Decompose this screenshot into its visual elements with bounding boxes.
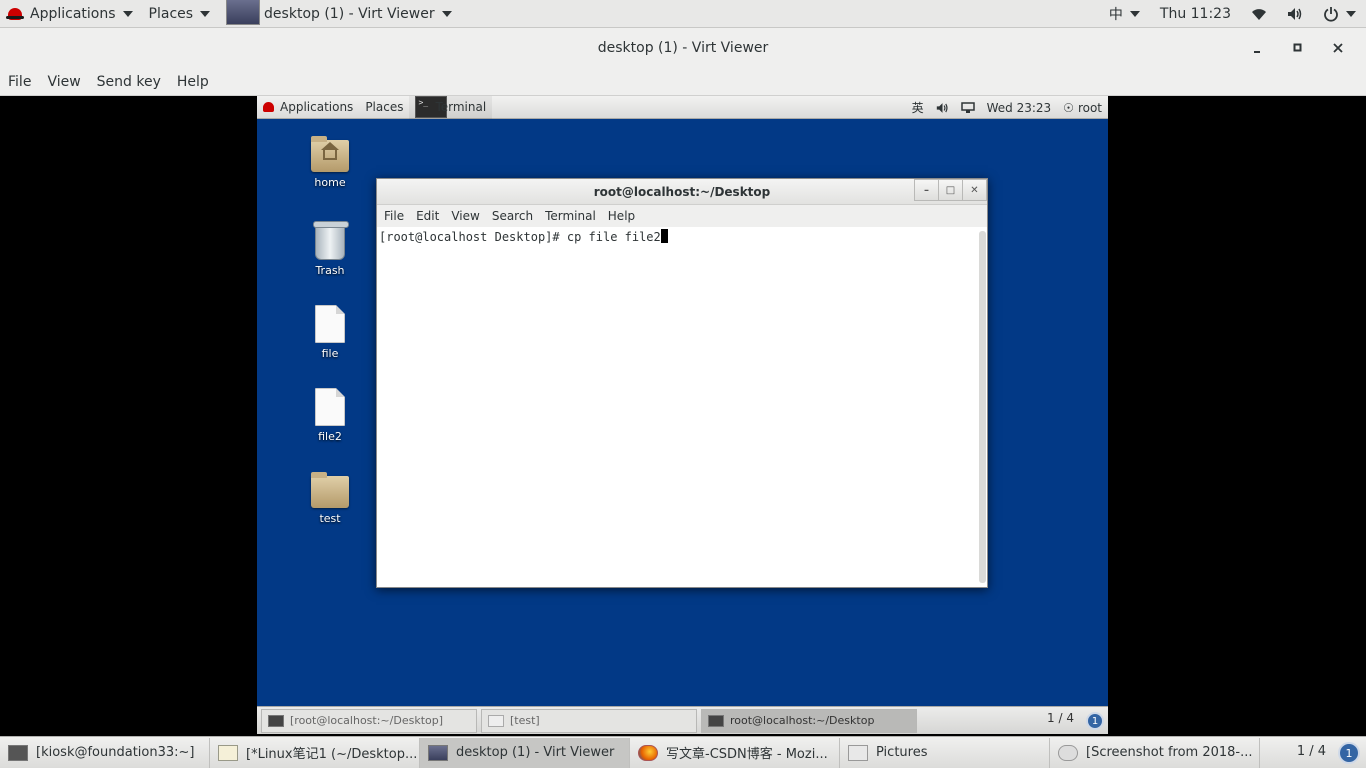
folder-icon — [311, 472, 349, 508]
virt-viewer-menubar: File View Send key Help — [0, 68, 1366, 96]
guest-input-method[interactable]: 英 — [906, 99, 930, 116]
terminal-menu-help[interactable]: Help — [602, 209, 641, 223]
guest-task-terminal-1[interactable]: [root@localhost:~/Desktop] — [261, 708, 477, 733]
terminal-icon — [268, 714, 284, 727]
guest-bottom-panel: [root@localhost:~/Desktop] [test] root@l… — [257, 706, 1108, 734]
terminal-window[interactable]: root@localhost:~/Desktop – □ ✕ File Edit… — [376, 178, 988, 588]
terminal-menu-edit[interactable]: Edit — [410, 209, 445, 223]
host-task-text-editor[interactable]: [*Linux笔记1 (~/Desktop... — [210, 737, 420, 768]
input-method-indicator[interactable]: 中 — [1099, 0, 1150, 28]
terminal-icon — [8, 744, 28, 761]
guest-workspace-pager[interactable]: 1 / 4 — [1047, 711, 1074, 725]
minimize-icon — [1254, 51, 1260, 53]
terminal-title: root@localhost:~/Desktop — [593, 184, 771, 199]
guest-task-terminal-2[interactable]: root@localhost:~/Desktop — [701, 708, 917, 733]
document-icon — [315, 305, 345, 343]
terminal-menu-terminal[interactable]: Terminal — [539, 209, 602, 223]
home-folder-icon — [311, 136, 349, 172]
network-wired-icon[interactable] — [955, 101, 981, 114]
desktop-icon-test[interactable]: test — [295, 472, 365, 525]
desktop-icon-home[interactable]: home — [295, 136, 365, 189]
host-clock[interactable]: Thu 11:23 — [1150, 0, 1241, 28]
host-active-window-menu[interactable]: desktop (1) - Virt Viewer — [218, 0, 460, 28]
terminal-close-button[interactable]: ✕ — [962, 179, 987, 201]
terminal-maximize-button[interactable]: □ — [938, 179, 963, 201]
host-applications-menu[interactable]: Applications — [0, 0, 141, 28]
chevron-down-icon — [200, 10, 211, 17]
chevron-down-icon — [1346, 11, 1356, 17]
minimize-icon: – — [924, 184, 929, 196]
document-icon — [315, 388, 345, 426]
terminal-menu-search[interactable]: Search — [486, 209, 539, 223]
screenshot-icon — [1058, 744, 1078, 761]
menu-help[interactable]: Help — [169, 74, 217, 90]
terminal-menu-file[interactable]: File — [378, 209, 410, 223]
window-title: desktop (1) - Virt Viewer — [597, 40, 769, 56]
chevron-down-icon — [441, 10, 452, 17]
file-manager-icon — [488, 714, 504, 727]
menu-send-key[interactable]: Send key — [89, 74, 169, 90]
guest-applications-menu[interactable]: Applications — [257, 100, 359, 114]
firefox-icon — [638, 744, 658, 761]
trash-icon — [313, 221, 349, 260]
maximize-icon — [1293, 43, 1302, 52]
user-icon: ☉ — [1063, 100, 1074, 115]
close-button[interactable] — [1318, 28, 1358, 68]
close-icon: ✕ — [970, 184, 979, 196]
wifi-icon[interactable] — [1241, 0, 1277, 28]
maximize-icon: □ — [945, 184, 956, 196]
terminal-prompt-line: [root@localhost Desktop]# cp file file2 — [379, 230, 661, 244]
guest-notification-badge[interactable]: 1 — [1086, 712, 1104, 730]
text-editor-icon — [218, 744, 238, 761]
menu-view[interactable]: View — [39, 74, 88, 90]
volume-icon[interactable] — [1277, 0, 1313, 28]
chevron-down-icon — [122, 10, 133, 17]
virt-viewer-icon — [226, 0, 261, 25]
guest-desktop[interactable]: Applications Places >_ Terminal 英 Wed 23… — [257, 96, 1108, 734]
guest-user-menu[interactable]: ☉ root — [1057, 101, 1108, 115]
power-icon[interactable] — [1313, 0, 1366, 28]
desktop-icon-file[interactable]: file — [295, 305, 365, 360]
host-notification-badge[interactable]: 1 — [1338, 742, 1360, 764]
host-bottom-panel: [kiosk@foundation33:~] [*Linux笔记1 (~/Des… — [0, 736, 1366, 768]
host-places-menu[interactable]: Places — [141, 0, 219, 28]
desktop-icon-file2[interactable]: file2 — [295, 388, 365, 443]
host-applications-label: Applications — [30, 5, 116, 22]
minimize-button[interactable] — [1238, 28, 1278, 68]
terminal-menu-view[interactable]: View — [445, 209, 485, 223]
host-task-virt-viewer[interactable]: desktop (1) - Virt Viewer — [420, 737, 630, 768]
terminal-output[interactable]: [root@localhost Desktop]# cp file file2 — [377, 227, 977, 587]
desktop-icon-trash[interactable]: Trash — [295, 221, 365, 277]
virt-viewer-titlebar[interactable]: desktop (1) - Virt Viewer — [0, 28, 1366, 68]
terminal-scrollbar[interactable] — [979, 231, 986, 583]
guest-places-menu[interactable]: Places — [359, 100, 409, 114]
virt-viewer-icon — [428, 744, 448, 761]
terminal-menubar: File Edit View Search Terminal Help — [377, 205, 987, 227]
guest-active-app-menu[interactable]: >_ Terminal — [409, 96, 493, 119]
guest-task-test[interactable]: [test] — [481, 708, 697, 733]
file-manager-icon — [848, 744, 868, 761]
chevron-down-icon — [1129, 11, 1140, 17]
guest-clock[interactable]: Wed 23:23 — [981, 101, 1058, 115]
redhat-logo-icon — [263, 102, 274, 112]
host-top-panel: Applications Places desktop (1) - Virt V… — [0, 0, 1366, 28]
terminal-minimize-button[interactable]: – — [914, 179, 939, 201]
host-task-pictures[interactable]: Pictures — [840, 737, 1050, 768]
host-task-screenshot[interactable]: [Screenshot from 2018-... — [1050, 737, 1260, 768]
guest-top-panel: Applications Places >_ Terminal 英 Wed 23… — [257, 96, 1108, 119]
volume-icon[interactable] — [930, 102, 955, 114]
host-places-label: Places — [148, 5, 194, 22]
host-workspace-pager[interactable]: 1 / 4 — [1297, 744, 1326, 759]
redhat-logo-icon — [6, 7, 24, 20]
host-task-terminal[interactable]: [kiosk@foundation33:~] — [0, 737, 210, 768]
close-icon — [1333, 43, 1343, 53]
menu-file[interactable]: File — [0, 74, 39, 90]
text-cursor — [660, 229, 668, 243]
terminal-icon — [708, 714, 724, 727]
maximize-button[interactable] — [1278, 28, 1318, 68]
host-active-window-label: desktop (1) - Virt Viewer — [264, 5, 435, 22]
host-task-firefox[interactable]: 写文章-CSDN博客 - Mozi... — [630, 737, 840, 768]
terminal-titlebar[interactable]: root@localhost:~/Desktop – □ ✕ — [377, 179, 987, 205]
